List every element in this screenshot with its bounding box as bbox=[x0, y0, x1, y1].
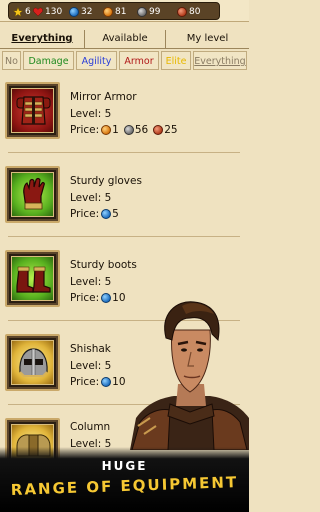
armor-icon bbox=[16, 96, 51, 125]
blue-coin-icon bbox=[69, 7, 79, 17]
blue-coin-resource: 32 bbox=[69, 6, 92, 18]
helmet-icon bbox=[19, 348, 48, 377]
stars-value: 6 bbox=[25, 7, 31, 17]
item-price: Price: 10 bbox=[70, 376, 129, 388]
price-label: Price: bbox=[70, 208, 100, 220]
grey-coin-resource: 99 bbox=[137, 6, 160, 18]
item-frame bbox=[5, 250, 60, 307]
item-price: Price: 1 56 25 bbox=[70, 124, 181, 136]
item-name: Sturdy boots bbox=[70, 259, 137, 271]
price-value: 5 bbox=[112, 208, 119, 220]
orange-coin-icon bbox=[103, 7, 113, 17]
filter-damage[interactable]: Damage bbox=[23, 51, 74, 70]
list-item[interactable]: Sturdy gloves Level: 5 Price: 5 bbox=[0, 158, 249, 254]
item-level: Level: 5 bbox=[70, 108, 112, 120]
item-level: Level: 5 bbox=[70, 276, 112, 288]
resource-panel: 6 130 32 81 99 80 bbox=[8, 2, 220, 20]
item-price: Price: 10 bbox=[70, 292, 129, 304]
price-label: Price: bbox=[70, 124, 100, 136]
resource-bar: 6 130 32 81 99 80 bbox=[0, 0, 249, 22]
grey-coin-icon bbox=[137, 7, 147, 17]
item-name: Shishak bbox=[70, 343, 111, 355]
blue-coin-icon bbox=[101, 293, 112, 303]
price-label: Price: bbox=[70, 292, 100, 304]
filter-bar: No Damage Agility Armor Elite Everything bbox=[2, 51, 247, 72]
orange-coin-resource: 81 bbox=[103, 6, 126, 18]
health-resource: 130 bbox=[33, 6, 62, 18]
stars-resource: 6 bbox=[13, 6, 31, 18]
boots-icon bbox=[16, 266, 51, 293]
tab-available[interactable]: Available bbox=[85, 28, 165, 50]
red-coin-icon bbox=[153, 125, 164, 135]
item-price: Price: 5 bbox=[70, 208, 122, 220]
tab-bar: Everything Available My level bbox=[0, 28, 249, 50]
red-coin-resource: 80 bbox=[177, 6, 200, 18]
price-value: 10 bbox=[112, 292, 126, 304]
price-label: Price: bbox=[70, 376, 100, 388]
blue-coin-icon bbox=[101, 377, 112, 387]
price-value: 10 bbox=[112, 376, 126, 388]
hero-character-illustration bbox=[130, 301, 249, 450]
divider bbox=[8, 236, 240, 237]
price-value: 56 bbox=[134, 124, 149, 136]
item-name: Mirror Armor bbox=[70, 91, 137, 103]
grey-coin-icon bbox=[123, 125, 134, 135]
banner-headline: HUGE bbox=[101, 459, 148, 473]
tabs-underline bbox=[0, 48, 249, 49]
item-frame bbox=[5, 334, 60, 391]
tab-everything[interactable]: Everything bbox=[0, 28, 84, 50]
filter-armor[interactable]: Armor bbox=[119, 51, 159, 70]
filter-elite[interactable]: Elite bbox=[161, 51, 191, 70]
item-name: Sturdy gloves bbox=[70, 175, 142, 187]
item-name: Column bbox=[70, 421, 111, 433]
blue-coin-icon bbox=[101, 209, 112, 219]
filter-no[interactable]: No bbox=[2, 51, 21, 70]
price-value: 1 bbox=[112, 124, 119, 136]
gloves-icon bbox=[23, 177, 45, 210]
blue-coin-value: 32 bbox=[81, 7, 93, 17]
item-frame bbox=[5, 166, 60, 223]
health-value: 130 bbox=[45, 7, 63, 17]
red-coin-icon bbox=[177, 7, 187, 17]
tab-my-level[interactable]: My level bbox=[166, 28, 249, 50]
item-level: Level: 5 bbox=[70, 192, 112, 204]
red-coin-value: 80 bbox=[189, 7, 201, 17]
price-value: 25 bbox=[164, 124, 178, 136]
heart-icon bbox=[33, 7, 43, 17]
item-frame bbox=[5, 82, 60, 139]
filter-agility[interactable]: Agility bbox=[76, 51, 117, 70]
list-item[interactable]: Mirror Armor Level: 5 Price: 1 56 25 bbox=[0, 74, 249, 170]
orange-coin-icon bbox=[101, 125, 112, 135]
star-icon bbox=[13, 7, 23, 17]
grey-coin-value: 99 bbox=[149, 7, 161, 17]
divider bbox=[8, 152, 240, 153]
filter-everything[interactable]: Everything bbox=[193, 51, 247, 70]
orange-coin-value: 81 bbox=[115, 7, 127, 17]
item-level: Level: 5 bbox=[70, 360, 112, 372]
